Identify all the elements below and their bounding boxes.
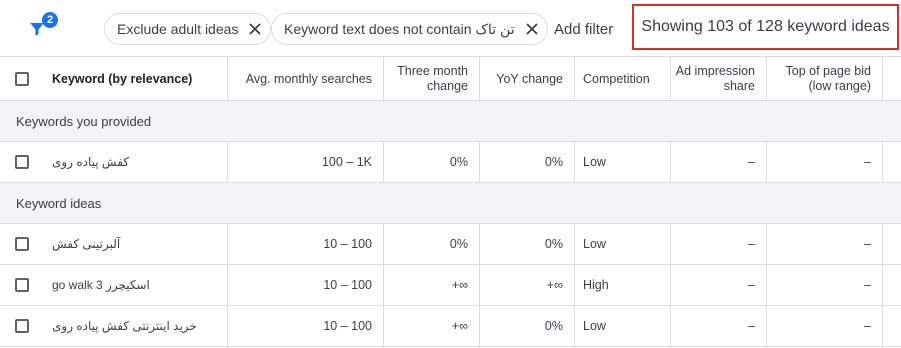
col-header-keyword[interactable]: Keyword (by relevance) xyxy=(44,57,228,100)
close-icon[interactable] xyxy=(525,22,539,36)
col-header-top-bid-low[interactable]: Top of page bid (low range) xyxy=(767,57,883,100)
impression-share-cell: – xyxy=(671,224,767,264)
avg-searches-cell: 100 – 1K xyxy=(228,142,384,182)
close-icon[interactable] xyxy=(248,22,262,36)
select-all-cell xyxy=(0,57,44,100)
impression-share-cell: – xyxy=(671,265,767,305)
row-checkbox[interactable] xyxy=(15,278,29,292)
keyword-cell: اسکیچرز go walk 3 xyxy=(44,265,228,305)
table-row[interactable]: کفش پیاده روی 100 – 1K 0% 0% Low – – xyxy=(0,142,901,183)
yoy-cell: 0% xyxy=(480,306,575,346)
avg-searches-cell: 10 – 100 xyxy=(228,306,384,346)
top-bid-cell: – xyxy=(767,142,883,182)
table-row[interactable]: اسکیچرز go walk 3 10 – 100 +∞ +∞ High – … xyxy=(0,265,901,306)
top-bid-cell: – xyxy=(767,224,883,264)
chip-exclude-adult[interactable]: Exclude adult ideas xyxy=(104,13,272,45)
col-header-line: Top of page bid xyxy=(785,63,872,78)
col-header-yoy[interactable]: YoY change xyxy=(480,57,575,100)
row-select-cell xyxy=(0,265,44,305)
col-header-line: change xyxy=(426,78,468,93)
showing-count-text: Showing 103 of 128 keyword ideas xyxy=(632,4,899,50)
three-month-cell: +∞ xyxy=(384,306,480,346)
row-checkbox[interactable] xyxy=(15,319,29,333)
competition-cell: Low xyxy=(575,142,671,182)
impression-share-cell: – xyxy=(671,306,767,346)
chip-keyword-not-contain[interactable]: Keyword text does not contain تن تاک xyxy=(271,13,548,45)
row-select-cell xyxy=(0,142,44,182)
chip-label: Exclude adult ideas xyxy=(117,21,239,37)
yoy-cell: 0% xyxy=(480,224,575,264)
three-month-cell: 0% xyxy=(384,224,480,264)
row-select-cell xyxy=(0,306,44,346)
competition-cell: Low xyxy=(575,306,671,346)
competition-cell: Low xyxy=(575,224,671,264)
col-header-line: Ad impression xyxy=(675,63,755,78)
avg-searches-cell: 10 – 100 xyxy=(228,265,384,305)
section-keywords-provided: Keywords you provided xyxy=(0,101,901,142)
table-row[interactable]: خرید اینترنتی کفش پیاده روی 10 – 100 +∞ … xyxy=(0,306,901,347)
keyword-text: اسکیچرز go walk 3 xyxy=(52,278,150,292)
select-all-checkbox[interactable] xyxy=(15,71,29,86)
col-header-line: Three month xyxy=(397,63,468,78)
table-row[interactable]: آلبرتینی کفش 10 – 100 0% 0% Low – – xyxy=(0,224,901,265)
three-month-cell: 0% xyxy=(384,142,480,182)
yoy-cell: +∞ xyxy=(480,265,575,305)
row-checkbox[interactable] xyxy=(15,155,29,169)
keyword-cell: آلبرتینی کفش xyxy=(44,224,228,264)
col-header-competition[interactable]: Competition xyxy=(575,57,671,100)
avg-searches-cell: 10 – 100 xyxy=(228,224,384,264)
col-header-impression-share[interactable]: Ad impression share xyxy=(671,57,767,100)
filter-bar: 2 Exclude adult ideas Keyword text does … xyxy=(0,0,901,57)
filter-button[interactable]: 2 xyxy=(26,10,58,40)
yoy-cell: 0% xyxy=(480,142,575,182)
competition-cell: High xyxy=(575,265,671,305)
add-filter-button[interactable]: Add filter xyxy=(554,21,613,38)
col-header-line: (low range) xyxy=(808,78,871,93)
three-month-cell: +∞ xyxy=(384,265,480,305)
col-header-avg-searches[interactable]: Avg. monthly searches xyxy=(228,57,384,100)
col-header-line: share xyxy=(723,78,755,93)
keyword-text: خرید اینترنتی کفش پیاده روی xyxy=(52,319,197,333)
top-bid-cell: – xyxy=(767,306,883,346)
chip-label: Keyword text does not contain تن تاک xyxy=(284,20,515,37)
keyword-text: کفش پیاده روی xyxy=(52,155,129,169)
col-header-three-month[interactable]: Three month change xyxy=(384,57,480,100)
row-select-cell xyxy=(0,224,44,264)
keyword-cell: خرید اینترنتی کفش پیاده روی xyxy=(44,306,228,346)
filter-count-badge: 2 xyxy=(42,12,58,28)
keyword-cell: کفش پیاده روی xyxy=(44,142,228,182)
keyword-text: آلبرتینی کفش xyxy=(52,237,121,251)
top-bid-cell: – xyxy=(767,265,883,305)
row-checkbox[interactable] xyxy=(15,237,29,251)
table-header: Keyword (by relevance) Avg. monthly sear… xyxy=(0,57,901,101)
impression-share-cell: – xyxy=(671,142,767,182)
section-keyword-ideas: Keyword ideas xyxy=(0,183,901,224)
